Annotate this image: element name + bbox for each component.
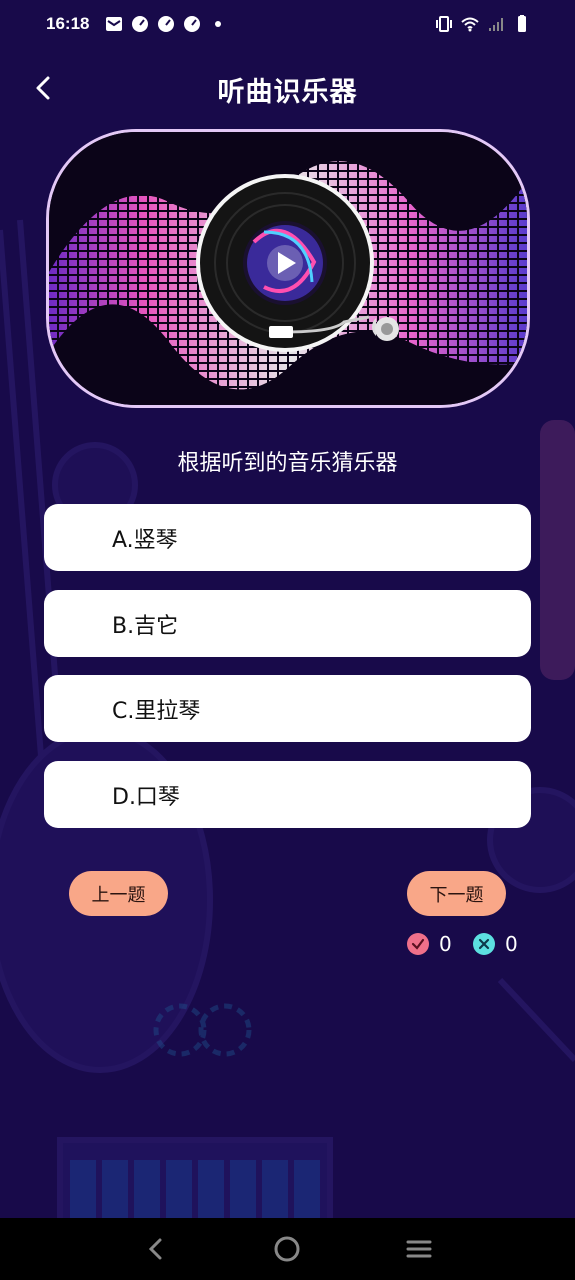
option-a-label: A.竖琴 [112, 527, 178, 553]
battery-icon [518, 15, 526, 32]
wifi-icon [461, 17, 479, 32]
back-nav-icon[interactable] [142, 1235, 170, 1263]
wrong-score: 0 [473, 932, 518, 956]
home-nav-icon[interactable] [273, 1235, 301, 1263]
wrong-count: 0 [505, 932, 518, 956]
correct-score: 0 [407, 932, 452, 956]
option-d[interactable]: D.口琴 [44, 761, 531, 828]
signal-icon [489, 18, 503, 31]
gauge-notification-icon [132, 16, 149, 32]
header: 听曲识乐器 [0, 60, 575, 118]
option-c[interactable]: C.里拉琴 [44, 675, 531, 742]
gauge-notification-icon-3 [184, 16, 201, 32]
gauge-notification-icon-2 [158, 16, 175, 32]
next-question-button[interactable]: 下一题 [407, 871, 506, 916]
dot-icon [215, 21, 222, 27]
status-left: 16:18 [46, 14, 227, 34]
system-nav-bar [0, 1218, 575, 1280]
recents-nav-icon[interactable] [405, 1235, 433, 1263]
option-a[interactable]: A.竖琴 [44, 504, 531, 571]
page-title: 听曲识乐器 [217, 76, 358, 108]
status-right [435, 15, 531, 33]
status-bar: 16:18 [0, 0, 575, 48]
correct-count: 0 [439, 932, 452, 956]
prev-question-button[interactable]: 上一题 [69, 871, 168, 916]
option-b[interactable]: B.吉它 [44, 590, 531, 657]
option-d-label: D.口琴 [112, 784, 180, 810]
vibrate-icon [436, 16, 452, 32]
option-c-label: C.里拉琴 [112, 698, 201, 724]
mail-notification-icon [106, 17, 123, 31]
vinyl-record-icon[interactable] [194, 172, 376, 354]
cross-icon [473, 933, 495, 955]
check-icon [407, 933, 429, 955]
question-text: 根据听到的音乐猜乐器 [177, 451, 398, 476]
option-b-label: B.吉它 [112, 613, 179, 639]
status-time: 16:18 [46, 14, 90, 33]
chevron-left-icon[interactable] [28, 72, 60, 104]
tonearm-knob-icon [375, 317, 399, 341]
